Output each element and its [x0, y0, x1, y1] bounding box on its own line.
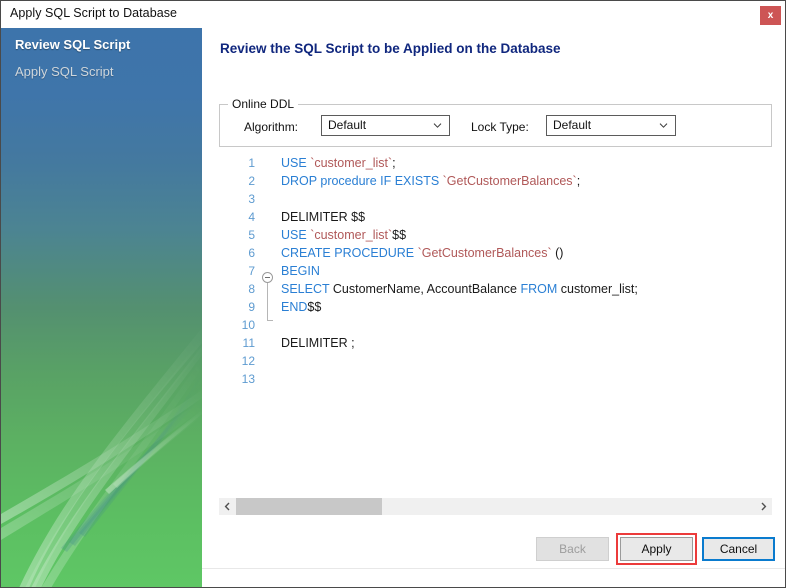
- code-line: 2 DROP procedure IF EXISTS `GetCustomerBa…: [219, 174, 772, 192]
- code-line: 3: [219, 192, 772, 210]
- wizard-sidebar: Review SQL Script Apply SQL Script: [1, 28, 202, 588]
- code-line: 13: [219, 372, 772, 390]
- code-line: 10: [219, 318, 772, 336]
- code-text: DELIMITER $$: [281, 210, 365, 224]
- chevron-down-icon: [433, 121, 442, 130]
- dialog-window: Apply SQL Script to Database x: [0, 0, 786, 588]
- code-text: SELECT CustomerName, AccountBalance FROM…: [281, 282, 638, 296]
- cancel-button[interactable]: Cancel: [702, 537, 775, 561]
- chevron-down-icon: [659, 121, 668, 130]
- line-number: 2: [219, 174, 255, 188]
- lock-type-select-value: Default: [553, 118, 591, 132]
- code-fold-line: [267, 283, 268, 320]
- online-ddl-legend: Online DDL: [228, 97, 298, 111]
- code-line: 12: [219, 354, 772, 372]
- window-title: Apply SQL Script to Database: [10, 6, 177, 20]
- chevron-left-icon[interactable]: [219, 498, 236, 515]
- code-text: DELIMITER ;: [281, 336, 355, 350]
- page-title: Review the SQL Script to be Applied on t…: [220, 41, 561, 56]
- code-line: 6 CREATE PROCEDURE `GetCustomerBalances` …: [219, 246, 772, 264]
- code-line: 5 USE `customer_list`$$: [219, 228, 772, 246]
- line-number: 11: [219, 336, 255, 350]
- code-fold-end: [267, 320, 273, 321]
- line-number: 10: [219, 318, 255, 332]
- close-icon[interactable]: x: [760, 6, 781, 25]
- lock-type-label: Lock Type:: [471, 120, 529, 134]
- code-line: 4 DELIMITER $$: [219, 210, 772, 228]
- code-text: USE `customer_list`;: [281, 156, 396, 170]
- sidebar-step-review-sql-script[interactable]: Review SQL Script: [15, 37, 130, 52]
- footer-divider: [202, 568, 785, 569]
- line-number: 12: [219, 354, 255, 368]
- line-number: 4: [219, 210, 255, 224]
- code-text: DROP procedure IF EXISTS `GetCustomerBal…: [281, 174, 580, 188]
- algorithm-select-value: Default: [328, 118, 366, 132]
- editor-horizontal-scrollbar[interactable]: [219, 498, 772, 515]
- chevron-right-icon[interactable]: [755, 498, 772, 515]
- line-number: 7: [219, 264, 255, 278]
- line-number: 3: [219, 192, 255, 206]
- algorithm-select[interactable]: Default: [321, 115, 450, 136]
- code-text: BEGIN: [281, 264, 320, 278]
- lock-type-select[interactable]: Default: [546, 115, 676, 136]
- code-line: 7 BEGIN: [219, 264, 772, 282]
- line-number: 13: [219, 372, 255, 386]
- sidebar-step-apply-sql-script[interactable]: Apply SQL Script: [15, 64, 114, 79]
- line-number: 6: [219, 246, 255, 260]
- code-text: USE `customer_list`$$: [281, 228, 406, 242]
- content-panel: Review the SQL Script to be Applied on t…: [202, 28, 785, 588]
- code-line: 8 SELECT CustomerName, AccountBalance FRO…: [219, 282, 772, 300]
- scrollbar-thumb[interactable]: [236, 498, 382, 515]
- code-line: 11 DELIMITER ;: [219, 336, 772, 354]
- line-number: 1: [219, 156, 255, 170]
- code-text: CREATE PROCEDURE `GetCustomerBalances` (…: [281, 246, 563, 260]
- line-number: 9: [219, 300, 255, 314]
- code-line: 1 USE `customer_list`;: [219, 156, 772, 174]
- algorithm-label: Algorithm:: [244, 120, 298, 134]
- line-number: 5: [219, 228, 255, 242]
- code-fold-toggle-icon[interactable]: [262, 272, 273, 283]
- sql-script-editor[interactable]: 1 USE `customer_list`; 2 DROP procedure IF …: [219, 152, 772, 497]
- apply-button[interactable]: Apply: [620, 537, 693, 561]
- title-bar: Apply SQL Script to Database x: [1, 1, 785, 29]
- sidebar-decoration: [1, 28, 202, 588]
- code-line: 9 END$$: [219, 300, 772, 318]
- line-number: 8: [219, 282, 255, 296]
- back-button[interactable]: Back: [536, 537, 609, 561]
- code-text: END$$: [281, 300, 321, 314]
